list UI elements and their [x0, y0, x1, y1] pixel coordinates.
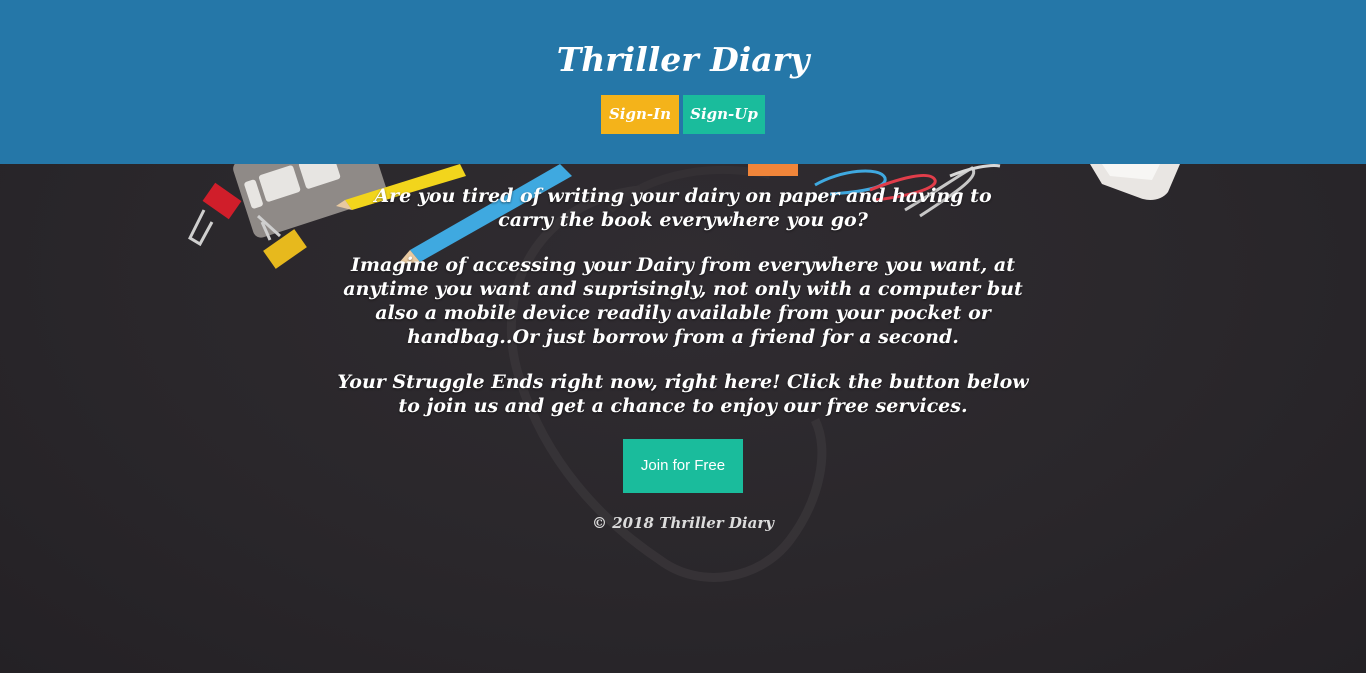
intro-paragraph: Imagine of accessing your Dairy from eve… — [343, 254, 1023, 348]
intro-text: Are you tired of writing your dairy on p… — [333, 184, 1033, 439]
auth-nav: Sign-In Sign-Up — [601, 95, 765, 134]
intro-paragraph: Are you tired of writing your dairy on p… — [374, 185, 992, 231]
phone-icon — [1090, 164, 1180, 200]
site-header: Thriller Diary Sign-In Sign-Up — [0, 0, 1366, 164]
join-for-free-button[interactable]: Join for Free — [623, 439, 743, 493]
binder-clip-red-icon — [188, 182, 242, 247]
intro-paragraph: Your Struggle Ends right now, right here… — [337, 371, 1029, 417]
footer-copyright: © 2018 Thriller Diary — [592, 514, 774, 532]
sign-in-button[interactable]: Sign-In — [601, 95, 679, 134]
site-title: Thriller Diary — [556, 40, 810, 79]
sign-up-button[interactable]: Sign-Up — [683, 95, 765, 134]
sticky-note-icon — [748, 164, 798, 176]
